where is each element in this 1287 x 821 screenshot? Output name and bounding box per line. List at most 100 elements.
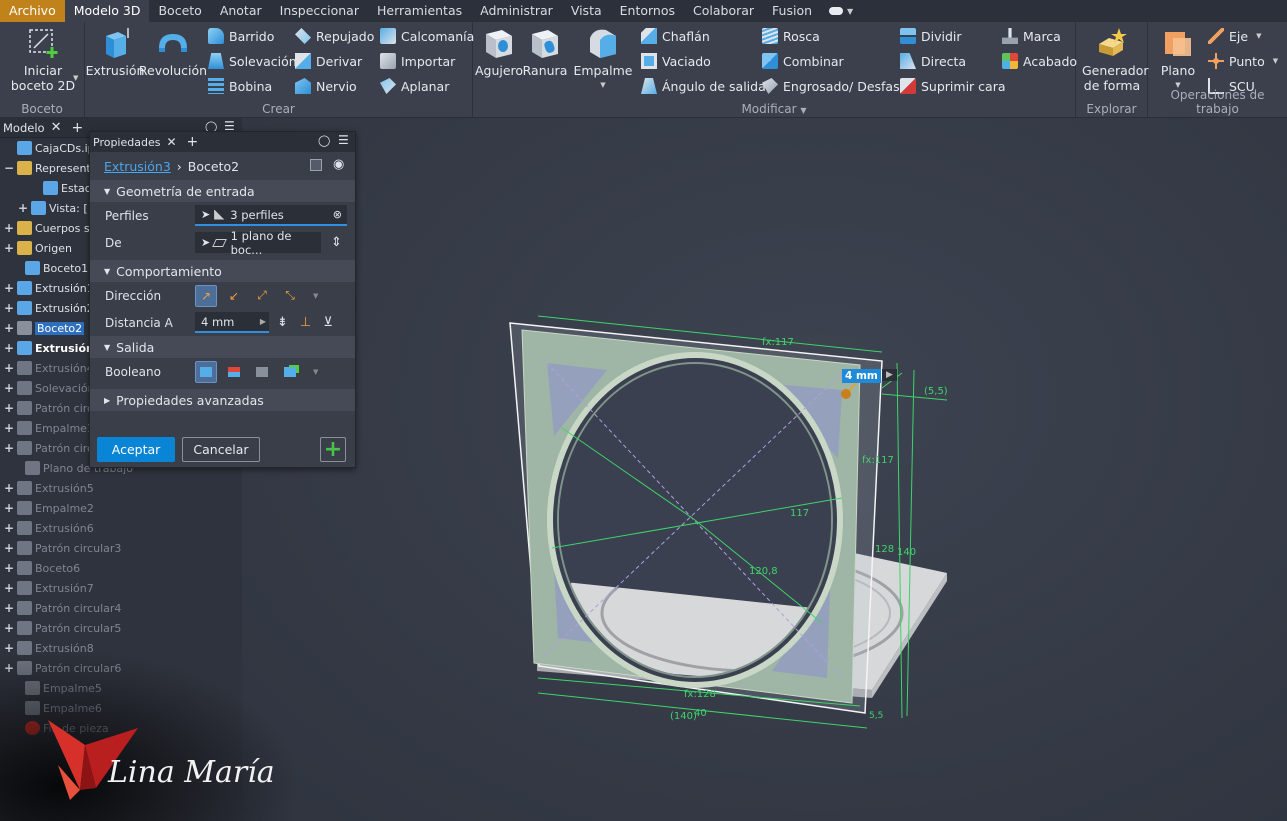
browser-item[interactable]: + Vista: [ bbox=[0, 198, 88, 218]
tab-propiedades[interactable]: Propiedades bbox=[93, 136, 160, 149]
browser-item[interactable]: + Boceto2 bbox=[0, 318, 85, 338]
menu-icon[interactable]: ☰ bbox=[338, 133, 349, 147]
generador-forma-button[interactable]: Generador de forma bbox=[1080, 26, 1149, 93]
boolean-new-body-button[interactable] bbox=[279, 361, 301, 383]
section-propiedades-avanzadas[interactable]: ▶ Propiedades avanzadas bbox=[90, 389, 355, 411]
layers-icon[interactable] bbox=[310, 159, 322, 171]
close-icon[interactable]: ✕ bbox=[166, 135, 176, 149]
direction-symmetric-button[interactable]: ⤢ bbox=[251, 285, 273, 307]
ribbon-options-button[interactable]: ▼ bbox=[821, 0, 861, 22]
chevron-right-icon[interactable]: ▶ bbox=[260, 317, 266, 326]
through-all-icon[interactable]: ⊻ bbox=[323, 315, 333, 330]
browser-item[interactable]: + Patrón circular3 bbox=[0, 538, 121, 558]
aplanar-button[interactable]: Aplanar bbox=[380, 77, 449, 95]
expand-toggle-icon[interactable]: + bbox=[3, 541, 15, 555]
browser-item[interactable]: + Extrusión1 bbox=[0, 278, 94, 298]
browser-item[interactable]: + Empalme2 bbox=[0, 498, 94, 518]
direction-default-button[interactable]: ↗ bbox=[195, 284, 217, 307]
direction-asymmetric-button[interactable]: ⤡ bbox=[279, 285, 301, 307]
extrusion-button[interactable]: Extrusión bbox=[86, 26, 144, 78]
chaflan-button[interactable]: Chaflán bbox=[641, 27, 710, 45]
browser-item[interactable]: + Extrusión7 bbox=[0, 578, 94, 598]
empalme-button[interactable]: Empalme ▼ bbox=[573, 26, 633, 93]
browser-item[interactable]: + Extrusión5 bbox=[0, 478, 94, 498]
tab-administrar[interactable]: Administrar bbox=[471, 0, 562, 22]
browser-item[interactable]: + Extrusión6 bbox=[0, 518, 94, 538]
directa-button[interactable]: Directa bbox=[900, 52, 966, 70]
tab-vista[interactable]: Vista bbox=[562, 0, 611, 22]
browser-item[interactable]: + Patrón circ bbox=[0, 438, 93, 458]
browser-item[interactable]: + Empalme1 bbox=[0, 418, 94, 438]
expand-toggle-icon[interactable]: + bbox=[3, 601, 15, 615]
panel-label-modificar[interactable]: Modificar ▼ bbox=[473, 102, 1075, 116]
agujero-button[interactable]: Agujero bbox=[475, 26, 523, 78]
perfiles-selector[interactable]: ➤ 3 perfiles ⊗ bbox=[195, 205, 347, 226]
expand-toggle-icon[interactable]: + bbox=[3, 241, 15, 255]
distance-value-badge[interactable]: 4 mm bbox=[842, 369, 881, 383]
expand-toggle-icon[interactable]: + bbox=[3, 581, 15, 595]
expand-toggle-icon[interactable]: + bbox=[3, 421, 15, 435]
eje-button[interactable]: Eje ▼ bbox=[1208, 27, 1261, 45]
expand-toggle-icon[interactable]: + bbox=[3, 561, 15, 575]
expand-toggle-icon[interactable]: + bbox=[3, 481, 15, 495]
graphics-viewport[interactable]: fx:117 (5,5) fx:117 117 120,8 128 140 fx… bbox=[242, 118, 1287, 821]
expand-toggle-icon[interactable]: − bbox=[3, 161, 15, 175]
acabado-button[interactable]: Acabado bbox=[1002, 52, 1077, 70]
punto-button[interactable]: Punto ▼ bbox=[1208, 52, 1278, 70]
browser-item[interactable]: + Patrón circul bbox=[0, 398, 103, 418]
expand-toggle-icon[interactable]: + bbox=[3, 221, 15, 235]
distance-arrow-button[interactable]: ▶ bbox=[882, 369, 897, 381]
browser-item[interactable]: Estado bbox=[0, 178, 98, 198]
dividir-button[interactable]: Dividir bbox=[900, 27, 962, 45]
apply-and-new-button[interactable]: + bbox=[320, 437, 346, 462]
tab-modelo[interactable]: Modelo bbox=[3, 121, 45, 135]
expand-toggle-icon[interactable]: + bbox=[17, 201, 29, 215]
expand-toggle-icon[interactable]: + bbox=[3, 441, 15, 455]
search-icon[interactable]: ◯ bbox=[318, 134, 330, 147]
repujado-button[interactable]: Repujado bbox=[295, 27, 374, 45]
close-icon[interactable]: ✕ bbox=[51, 120, 62, 135]
expand-toggle-icon[interactable]: + bbox=[3, 361, 15, 375]
clear-icon[interactable]: ⊗ bbox=[333, 208, 342, 221]
start-sketch-button[interactable]: Iniciar boceto 2D bbox=[5, 26, 81, 93]
calcomania-button[interactable]: Calcomanía bbox=[380, 27, 474, 45]
section-comportamiento[interactable]: ▼ Comportamiento bbox=[90, 260, 355, 282]
combinar-button[interactable]: Combinar bbox=[762, 52, 844, 70]
breadcrumb-parent[interactable]: Extrusión3 bbox=[104, 159, 171, 174]
engrosado-button[interactable]: Engrosado/ Desfase bbox=[762, 77, 907, 95]
expand-toggle-icon[interactable]: + bbox=[3, 341, 15, 355]
barrido-button[interactable]: Barrido bbox=[208, 27, 274, 45]
marca-button[interactable]: Marca bbox=[1002, 27, 1061, 45]
browser-item[interactable]: + Extrusión2 bbox=[0, 298, 94, 318]
direction-flip-button[interactable]: ↙ bbox=[223, 285, 245, 307]
tab-inspeccionar[interactable]: Inspeccionar bbox=[271, 0, 368, 22]
tab-archivo[interactable]: Archivo bbox=[0, 0, 65, 22]
tab-boceto[interactable]: Boceto bbox=[149, 0, 210, 22]
browser-item[interactable]: + Boceto6 bbox=[0, 558, 80, 578]
add-tab-icon[interactable]: + bbox=[187, 134, 199, 150]
expand-toggle-icon[interactable]: + bbox=[3, 281, 15, 295]
boolean-cut-button[interactable] bbox=[223, 361, 245, 383]
boolean-join-button[interactable] bbox=[195, 360, 217, 383]
browser-item[interactable]: + Solevación bbox=[0, 378, 95, 398]
browser-item[interactable]: Boceto1 bbox=[0, 258, 88, 278]
boolean-intersect-button[interactable] bbox=[251, 361, 273, 383]
add-tab-icon[interactable]: + bbox=[71, 120, 83, 136]
chevron-down-icon[interactable]: ▼ bbox=[600, 78, 605, 93]
accept-button[interactable]: Aceptar bbox=[97, 437, 175, 462]
vaciado-button[interactable]: Vaciado bbox=[641, 52, 711, 70]
plano-button[interactable]: Plano ▼ bbox=[1156, 26, 1200, 93]
cancel-button[interactable]: Cancelar bbox=[182, 437, 260, 462]
tab-modelo-3d[interactable]: Modelo 3D bbox=[64, 0, 150, 22]
expand-toggle-icon[interactable]: + bbox=[3, 501, 15, 515]
expand-toggle-icon[interactable]: + bbox=[3, 621, 15, 635]
tab-herramientas[interactable]: Herramientas bbox=[368, 0, 471, 22]
revolucion-button[interactable]: Revolución bbox=[139, 26, 207, 78]
expand-toggle-icon[interactable]: + bbox=[3, 381, 15, 395]
rosca-button[interactable]: Rosca bbox=[762, 27, 820, 45]
expand-toggle-icon[interactable]: + bbox=[3, 301, 15, 315]
ranura-button[interactable]: Ranura bbox=[523, 26, 567, 78]
derivar-button[interactable]: Derivar bbox=[295, 52, 362, 70]
expand-toggle-icon[interactable]: + bbox=[3, 521, 15, 535]
browser-item[interactable]: + Extrusión4 bbox=[0, 358, 94, 378]
